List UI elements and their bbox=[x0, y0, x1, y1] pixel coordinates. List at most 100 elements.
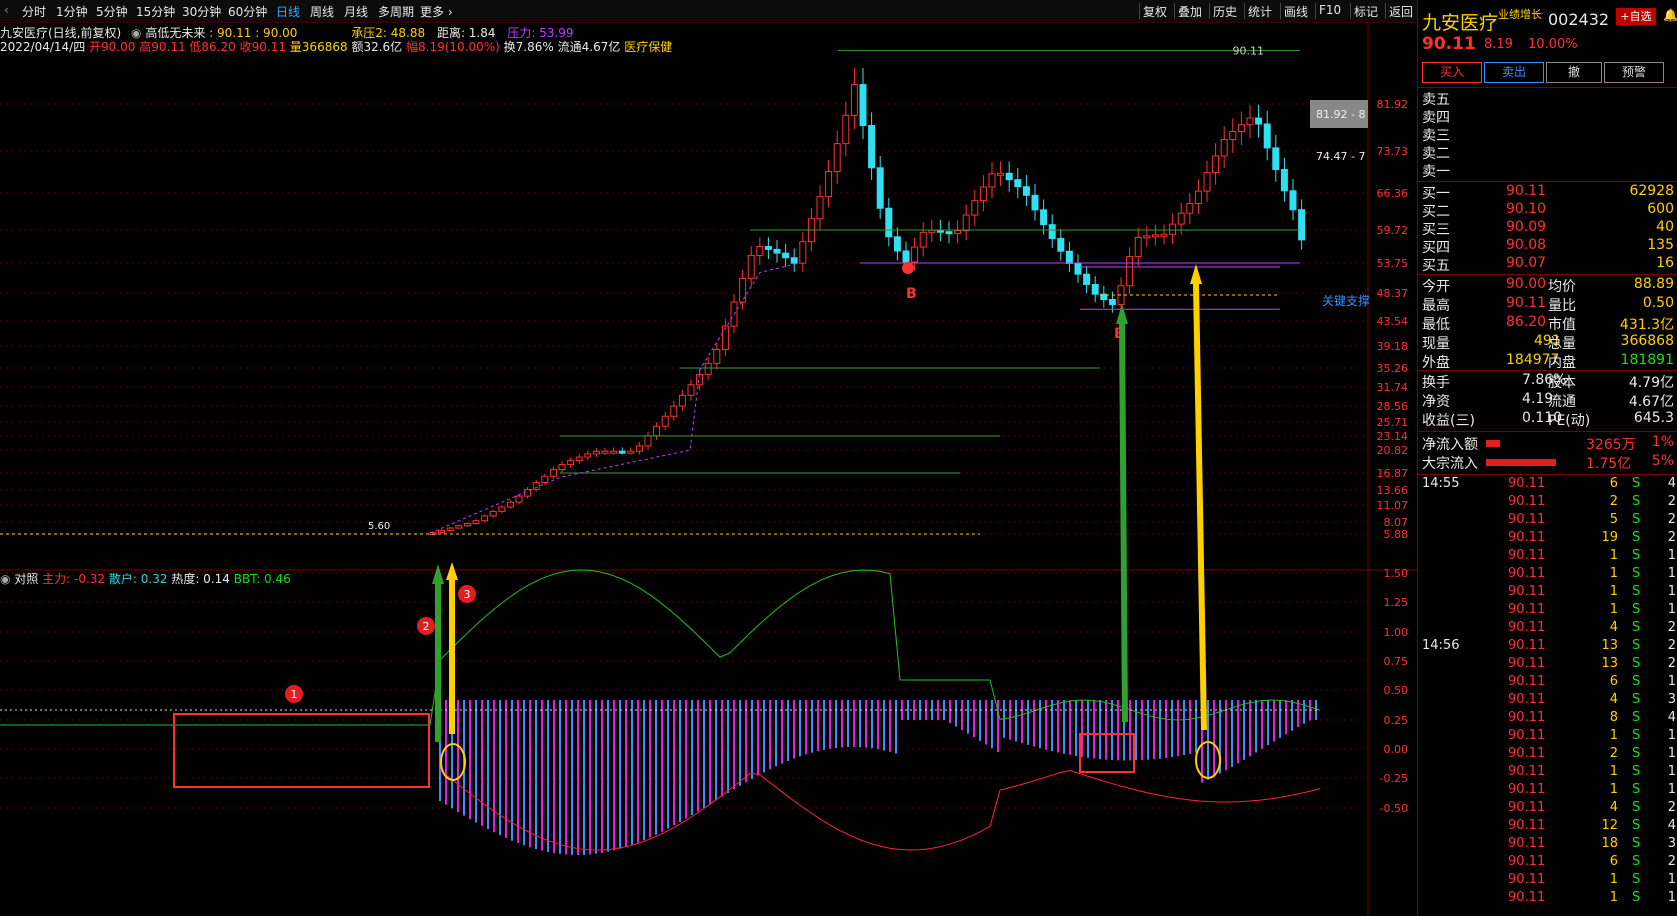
tick-side: S bbox=[1632, 764, 1641, 779]
sell-level: 卖一 bbox=[1418, 161, 1677, 180]
stat-row: 换手 7.86% 股本 4.79亿 bbox=[1418, 372, 1677, 391]
tick-side: S bbox=[1632, 854, 1641, 869]
buy-level-volume: 16 bbox=[1656, 255, 1674, 271]
kline-chart[interactable]: 90.1181.92 - 874.47 - 7关键支撑5.60BB123 81.… bbox=[0, 22, 1417, 916]
buy-signal-label: B bbox=[906, 286, 917, 302]
candle-body bbox=[532, 482, 540, 490]
tick-price: 90.11 bbox=[1508, 602, 1546, 617]
tick-volume: 4 bbox=[1609, 620, 1618, 635]
tick-side: S bbox=[1632, 692, 1641, 707]
toolbar-button-1[interactable]: 叠加 bbox=[1178, 3, 1202, 20]
period-tab-8[interactable]: 月线 bbox=[344, 3, 368, 20]
toolbar-button-4[interactable]: 画线 bbox=[1284, 3, 1308, 20]
candle-body bbox=[489, 510, 497, 517]
tick-volume: 1 bbox=[1609, 872, 1618, 887]
tick-row: 90.11 12 S 4 bbox=[1418, 818, 1677, 836]
buy-level: 买三 90.09 40 bbox=[1418, 219, 1677, 238]
candle-body bbox=[1083, 273, 1091, 285]
price-axis-label: 5.88 bbox=[1384, 528, 1409, 541]
tick-volume: 18 bbox=[1601, 836, 1618, 851]
stat-row: 现量 491 总量 366868 bbox=[1418, 333, 1677, 352]
toolbar-button-0[interactable]: 复权 bbox=[1143, 3, 1167, 20]
period-tab-10[interactable]: 更多 › bbox=[420, 3, 453, 20]
toolbar-button-3[interactable]: 统计 bbox=[1248, 3, 1272, 20]
period-tab-0[interactable]: 分时 bbox=[22, 3, 46, 20]
back-arrow-icon[interactable]: ‹ bbox=[4, 3, 9, 17]
candle-body bbox=[558, 464, 566, 471]
candle-body bbox=[1272, 147, 1280, 171]
tick-count: 1 bbox=[1667, 872, 1676, 887]
period-tab-5[interactable]: 60分钟 bbox=[228, 3, 267, 20]
candle-body bbox=[592, 450, 600, 455]
stat-value: 90.00 bbox=[1506, 276, 1547, 292]
period-tab-3[interactable]: 15分钟 bbox=[136, 3, 175, 20]
candle-body bbox=[678, 394, 686, 407]
tick-side: S bbox=[1632, 746, 1641, 761]
candle-body bbox=[1091, 283, 1099, 295]
tick-price: 90.11 bbox=[1508, 782, 1546, 797]
tick-count: 1 bbox=[1667, 602, 1676, 617]
tick-count: 1 bbox=[1667, 764, 1676, 779]
sell-level: 卖五 bbox=[1418, 89, 1677, 108]
price-axis-label: 53.75 bbox=[1377, 257, 1409, 270]
candle-body bbox=[1203, 172, 1211, 192]
tick-time: 14:55 bbox=[1422, 476, 1460, 491]
toolbar-button-5[interactable]: F10 bbox=[1319, 3, 1341, 17]
tick-count: 1 bbox=[1667, 728, 1676, 743]
candle-body bbox=[1246, 117, 1254, 126]
candle-body bbox=[1040, 209, 1048, 226]
trade-button-1[interactable]: 卖出 bbox=[1484, 62, 1544, 83]
tick-row: 90.11 1 S 1 bbox=[1418, 728, 1677, 746]
tick-row: 90.11 1 S 1 bbox=[1418, 890, 1677, 908]
toolbar-button-2[interactable]: 历史 bbox=[1213, 3, 1237, 20]
candle-body bbox=[782, 252, 790, 259]
sub-axis-label: -0.50 bbox=[1380, 802, 1408, 815]
candle-body bbox=[1126, 256, 1134, 287]
trade-button-2[interactable]: 撤 bbox=[1546, 62, 1602, 83]
candle-body bbox=[928, 229, 936, 233]
period-tab-6[interactable]: 日线 bbox=[276, 3, 300, 20]
marker-label: 2 bbox=[423, 620, 430, 633]
tick-count: 1 bbox=[1667, 674, 1676, 689]
buy-level-price: 90.11 bbox=[1506, 183, 1547, 199]
period-tab-4[interactable]: 30分钟 bbox=[182, 3, 221, 20]
candle-body bbox=[687, 384, 695, 396]
tick-volume: 1 bbox=[1609, 602, 1618, 617]
stat-row: 净资 4.19 流通 4.67亿 bbox=[1418, 391, 1677, 410]
trade-button-3[interactable]: 预警 bbox=[1604, 62, 1664, 83]
candle-body bbox=[438, 529, 446, 533]
price-change-pct: 10.00% bbox=[1528, 37, 1578, 52]
candle-body bbox=[506, 501, 514, 508]
stat-value: 90.11 bbox=[1506, 295, 1547, 311]
candle-body bbox=[962, 214, 970, 232]
candle-body bbox=[756, 246, 764, 256]
tick-count: 4 bbox=[1667, 476, 1676, 491]
bell-icon[interactable]: 🔔 bbox=[1663, 8, 1677, 22]
tick-side: S bbox=[1632, 728, 1641, 743]
price-axis-label: 20.82 bbox=[1377, 444, 1409, 457]
period-tab-9[interactable]: 多周期 bbox=[378, 3, 414, 20]
candle-body bbox=[567, 460, 575, 466]
candle-body bbox=[988, 173, 996, 188]
toolbar-button-6[interactable]: 标记 bbox=[1354, 3, 1378, 20]
toolbar-button-7[interactable]: 返回 bbox=[1389, 3, 1413, 20]
sub-axis-label: 1.00 bbox=[1384, 626, 1409, 639]
candle-body bbox=[1048, 224, 1056, 239]
trade-button-0[interactable]: 买入 bbox=[1422, 62, 1482, 83]
candle-body bbox=[764, 246, 772, 250]
period-tab-7[interactable]: 周线 bbox=[310, 3, 334, 20]
candle-body bbox=[1289, 190, 1297, 211]
buy-level-volume: 40 bbox=[1656, 219, 1674, 235]
candle-body bbox=[868, 125, 876, 169]
candle-body bbox=[1169, 223, 1177, 235]
period-tab-2[interactable]: 5分钟 bbox=[96, 3, 128, 20]
candle-body bbox=[739, 277, 747, 303]
tick-price: 90.11 bbox=[1508, 656, 1546, 671]
price-axis-label: 43.54 bbox=[1377, 315, 1409, 328]
period-toolbar: ‹ 分时 1分钟 5分钟 15分钟 30分钟 60分钟 日线 周线 月线 多周期 更多 › 复权 叠加 历史… bbox=[0, 0, 1417, 23]
toolbar-separator bbox=[1209, 3, 1210, 19]
price-axis-label: 48.37 bbox=[1377, 287, 1409, 300]
toolbar-separator bbox=[1244, 3, 1245, 19]
period-tab-1[interactable]: 1分钟 bbox=[56, 3, 88, 20]
add-watchlist-button[interactable]: +自选 bbox=[1616, 8, 1656, 25]
